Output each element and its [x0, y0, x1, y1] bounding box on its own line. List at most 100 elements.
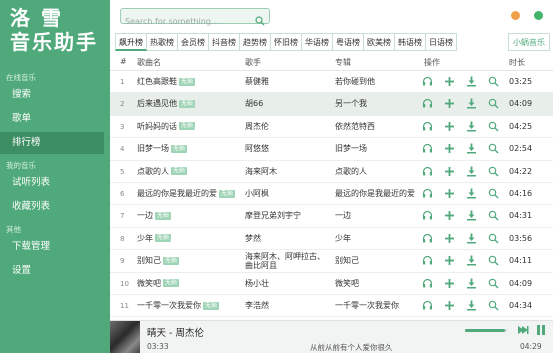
add-icon[interactable]	[444, 255, 455, 266]
album-cover[interactable]	[110, 321, 140, 353]
tab-leaderboard[interactable]: 抖音榜	[209, 33, 240, 51]
next-icon[interactable]	[517, 324, 529, 336]
sidebar: 洛 雪 音乐助手 在线音乐 搜索 歌单 排行榜 我的音乐 试听列表 收藏列表 其…	[0, 0, 110, 353]
close-button[interactable]	[534, 11, 543, 20]
search-icon[interactable]	[488, 143, 499, 154]
header-album: 专辑	[335, 58, 351, 67]
artist-name: 蔡健雅	[245, 77, 269, 86]
headphones-icon[interactable]	[422, 188, 433, 199]
sidebar-item-downloads[interactable]: 下载管理	[0, 236, 104, 258]
headphones-icon[interactable]	[422, 210, 433, 221]
table-row[interactable]: 8 少年 无损 梦然 少年 03:56	[110, 228, 553, 251]
table-row[interactable]: 4 旧梦一场 无损 阿悠悠 旧梦一场 02:54	[110, 138, 553, 161]
download-icon[interactable]	[466, 188, 477, 199]
tab-leaderboard[interactable]: 怀旧榜	[271, 33, 302, 51]
row-number: 1	[120, 78, 125, 86]
album-name: 旧梦一场	[335, 144, 367, 154]
table-row[interactable]: 7 一边 无损 摩登兄弟刘宇宁 一边 04:31	[110, 205, 553, 228]
section-online-music: 在线音乐	[6, 73, 36, 82]
table-row[interactable]: 3 听妈妈的话 无损 周杰伦 依然范特西 04:25	[110, 116, 553, 139]
row-number: 4	[120, 145, 125, 154]
album-name: 一千零一次我爱你	[335, 301, 399, 310]
download-icon[interactable]	[466, 210, 477, 221]
tab-leaderboard[interactable]: 趋势榜	[240, 33, 271, 51]
add-icon[interactable]	[444, 300, 455, 311]
search-icon[interactable]	[488, 300, 499, 311]
headphones-icon[interactable]	[422, 300, 433, 311]
add-icon[interactable]	[444, 233, 455, 244]
pause-icon[interactable]	[535, 324, 547, 336]
search-icon[interactable]	[488, 233, 499, 244]
add-icon[interactable]	[444, 166, 455, 177]
song-title: 点歌的人	[137, 166, 169, 176]
sidebar-item-playlists[interactable]: 歌单	[0, 108, 104, 130]
search-input[interactable]	[121, 14, 251, 29]
duration: 04:31	[509, 211, 533, 221]
tab-leaderboard[interactable]: 华语榜	[302, 33, 333, 51]
tab-leaderboard[interactable]: 粤语榜	[333, 33, 364, 51]
search-icon[interactable]	[488, 278, 499, 289]
table-row[interactable]: 11 一千零一次我爱你 无损 李浩然 一千零一次我爱你 04:34	[110, 295, 553, 318]
download-icon[interactable]	[466, 255, 477, 266]
add-icon[interactable]	[444, 98, 455, 109]
table-row[interactable]: 6 最远的你是我最近的爱 无损 小阿枫 最远的你是我最近的爱 04:16	[110, 183, 553, 206]
add-icon[interactable]	[444, 188, 455, 199]
duration: 04:16	[509, 189, 533, 198]
headphones-icon[interactable]	[422, 166, 433, 177]
headphones-icon[interactable]	[422, 278, 433, 289]
tab-leaderboard[interactable]: 热歌榜	[147, 33, 178, 51]
search-icon[interactable]	[488, 166, 499, 177]
sidebar-item-leaderboard[interactable]: 排行榜	[0, 132, 104, 154]
table-row[interactable]: 1 红色高跟鞋 无损 蔡健雅 若你碰到他 03:25	[110, 71, 553, 94]
download-icon[interactable]	[466, 98, 477, 109]
search-icon[interactable]	[488, 121, 499, 132]
search-icon[interactable]	[488, 98, 499, 109]
table-row[interactable]: 2 后来遇见他 无损 胡66 另一个我 04:09	[110, 93, 553, 116]
download-icon[interactable]	[466, 233, 477, 244]
sidebar-item-search[interactable]: 搜索	[0, 84, 104, 106]
headphones-icon[interactable]	[422, 98, 433, 109]
volume-slider[interactable]	[465, 329, 507, 332]
headphones-icon[interactable]	[422, 121, 433, 132]
download-icon[interactable]	[466, 278, 477, 289]
sidebar-item-trial-list[interactable]: 试听列表	[0, 172, 104, 194]
add-icon[interactable]	[444, 143, 455, 154]
sidebar-item-favorites[interactable]: 收藏列表	[0, 196, 104, 218]
artist-name: 海来阿木	[245, 166, 277, 176]
table-row[interactable]: 5 点歌的人 无损 海来阿木 点歌的人 04:22	[110, 161, 553, 183]
download-icon[interactable]	[466, 121, 477, 132]
tab-leaderboard[interactable]: 会员榜	[178, 33, 209, 51]
headphones-icon[interactable]	[422, 255, 433, 266]
minimize-button[interactable]	[511, 11, 520, 20]
search-icon[interactable]	[488, 76, 499, 87]
search-icon[interactable]	[255, 11, 265, 26]
headphones-icon[interactable]	[422, 76, 433, 87]
add-icon[interactable]	[444, 121, 455, 132]
add-icon[interactable]	[444, 210, 455, 221]
tab-leaderboard[interactable]: 韩语榜	[395, 33, 426, 51]
section-other: 其他	[6, 225, 21, 234]
download-icon[interactable]	[466, 143, 477, 154]
sidebar-item-settings[interactable]: 设置	[0, 260, 104, 282]
search-icon[interactable]	[488, 210, 499, 221]
artist-name: 阿悠悠	[245, 144, 269, 154]
add-icon[interactable]	[444, 76, 455, 87]
artist-name: 胡66	[245, 99, 264, 109]
table-row[interactable]: 10 微笑吧 无损 杨小壮 微笑吧 04:09	[110, 273, 553, 295]
download-icon[interactable]	[466, 300, 477, 311]
table-row[interactable]: 9 别知己 无损 海来阿木、阿呷拉古、 曲比阿且 别知己 04:11	[110, 250, 553, 273]
download-icon[interactable]	[466, 166, 477, 177]
row-number: 9	[120, 257, 125, 266]
headphones-icon[interactable]	[422, 143, 433, 154]
tab-leaderboard[interactable]: 欧美榜	[364, 33, 395, 51]
tab-leaderboard[interactable]: 飙升榜	[115, 33, 147, 51]
tab-source[interactable]: 小蜗音乐	[508, 33, 550, 51]
headphones-icon[interactable]	[422, 233, 433, 244]
album-name: 一边	[335, 211, 351, 221]
download-icon[interactable]	[466, 76, 477, 87]
song-title: 微笑吧	[137, 278, 161, 288]
add-icon[interactable]	[444, 278, 455, 289]
tab-leaderboard[interactable]: 日语榜	[426, 33, 457, 51]
search-icon[interactable]	[488, 188, 499, 199]
search-icon[interactable]	[488, 255, 499, 266]
